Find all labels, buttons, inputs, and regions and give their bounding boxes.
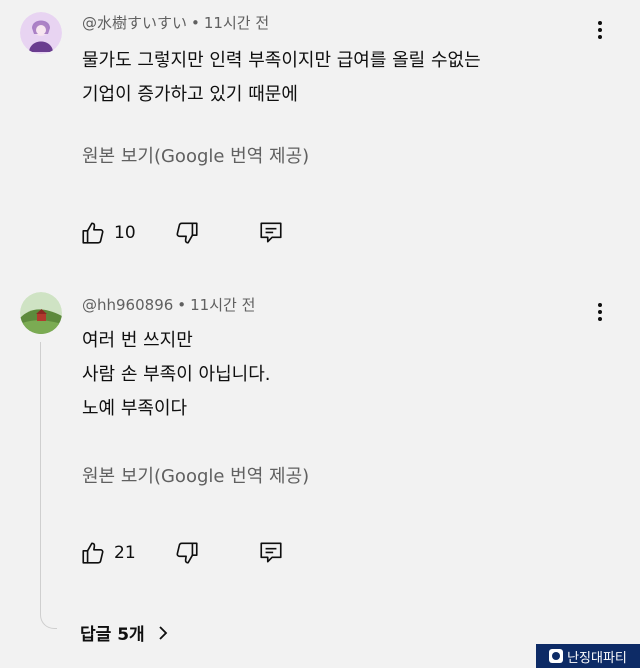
avatar[interactable] (20, 12, 62, 54)
author-name[interactable]: @hh960896 (82, 296, 173, 314)
dislike-button[interactable] (174, 538, 200, 568)
reply-button[interactable] (258, 538, 284, 568)
like-count: 10 (114, 223, 136, 243)
view-replies-button[interactable]: 답글 5개 (80, 620, 169, 645)
timestamp[interactable]: 11시간 전 (204, 14, 269, 32)
comment-line: 기업이 증가하고 있기 때문에 (82, 84, 298, 105)
comment-meta: @水樹すいすい • 11시간 전 (82, 12, 269, 33)
reply-comment-icon (260, 542, 282, 563)
comment-actions: 21 (80, 538, 300, 568)
replies-label: 답글 5개 (80, 625, 145, 645)
comment-meta: @hh960896 • 11시간 전 (82, 294, 255, 315)
avatar[interactable] (20, 292, 62, 334)
see-original-link[interactable]: 원본 보기(Google 번역 제공) (82, 142, 309, 168)
dislike-button[interactable] (174, 218, 200, 248)
comment-actions: 10 (80, 218, 300, 248)
reply-button[interactable] (258, 218, 284, 248)
thread-line (40, 342, 57, 629)
timestamp[interactable]: 11시간 전 (190, 296, 255, 314)
thumb-up-icon (82, 542, 104, 564)
comment-text: 물가도 그렇지만 인력 부족이지만 급여를 올릴 수없는 기업이 증가하고 있기… (82, 44, 481, 112)
more-options-button[interactable] (588, 300, 612, 324)
more-vert-icon (598, 21, 602, 39)
author-name[interactable]: @水樹すいすい (82, 14, 187, 32)
like-count: 21 (114, 543, 136, 563)
watermark-logo-icon (549, 649, 564, 663)
comment-text: 여러 번 쓰지만 사람 손 부족이 아닙니다. 노예 부족이다 (82, 324, 271, 426)
more-options-button[interactable] (588, 18, 612, 42)
thumb-down-icon (176, 222, 198, 244)
meta-separator: • (177, 296, 187, 314)
watermark-label: 난징대파티 (567, 650, 627, 666)
like-button[interactable]: 21 (80, 538, 136, 568)
watermark: 난징대파티 (536, 644, 640, 668)
like-button[interactable]: 10 (80, 218, 136, 248)
thumb-down-icon (176, 542, 198, 564)
comment-line: 노예 부족이다 (82, 398, 188, 419)
comment-line: 사람 손 부족이 아닙니다. (82, 364, 271, 385)
more-vert-icon (598, 303, 602, 321)
chevron-right-icon (159, 625, 167, 640)
comment-line: 물가도 그렇지만 인력 부족이지만 급여를 올릴 수없는 (82, 50, 481, 71)
reply-comment-icon (260, 222, 282, 243)
see-original-link[interactable]: 원본 보기(Google 번역 제공) (82, 462, 309, 488)
thumb-up-icon (82, 222, 104, 244)
comment-line: 여러 번 쓰지만 (82, 330, 193, 351)
meta-separator: • (191, 14, 200, 32)
